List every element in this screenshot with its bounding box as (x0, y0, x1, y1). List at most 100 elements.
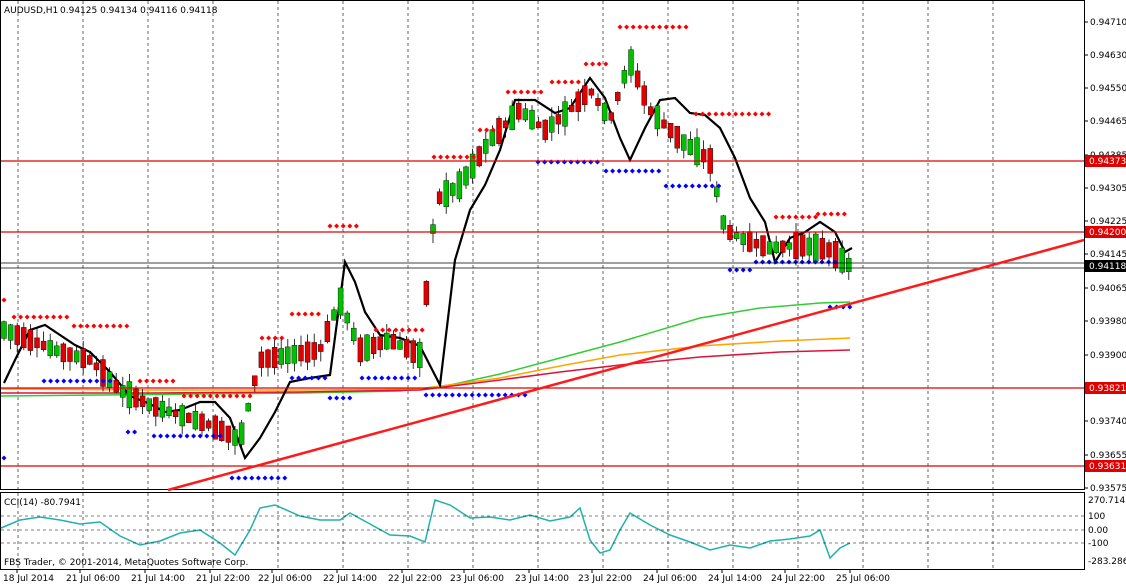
bear-candle[interactable] (634, 70, 641, 88)
bull-candle[interactable] (384, 332, 390, 350)
bear-candle[interactable] (87, 355, 93, 365)
bull-candle[interactable] (509, 105, 515, 130)
bear-candle[interactable] (700, 149, 707, 163)
bull-candle[interactable] (73, 350, 80, 363)
bull-candle[interactable] (733, 232, 740, 240)
bull-candle[interactable] (344, 312, 350, 324)
bull-candle[interactable] (238, 422, 245, 445)
bull-candle[interactable] (337, 287, 344, 316)
bear-candle[interactable] (648, 106, 654, 116)
bear-candle[interactable] (555, 114, 562, 125)
bull-candle[interactable] (331, 309, 337, 321)
bull-candle[interactable] (628, 49, 634, 76)
bull-candle[interactable] (126, 381, 133, 409)
bull-candle[interactable] (740, 233, 746, 245)
bear-candle[interactable] (747, 231, 753, 252)
bull-candle[interactable] (364, 334, 370, 361)
bear-candle[interactable] (588, 88, 595, 96)
bear-candle[interactable] (60, 343, 67, 363)
bear-candle[interactable] (258, 351, 265, 368)
bull-candle[interactable] (562, 101, 568, 127)
bull-candle[interactable] (522, 108, 529, 121)
bear-candle[interactable] (410, 340, 416, 363)
bear-candle[interactable] (357, 337, 364, 363)
bull-candle[interactable] (232, 429, 238, 446)
bear-candle[interactable] (377, 336, 383, 351)
bull-candle[interactable] (443, 180, 449, 207)
bull-candle[interactable] (773, 241, 779, 254)
bull-candle[interactable] (489, 129, 496, 146)
bear-candle[interactable] (819, 238, 826, 260)
bull-candle[interactable] (166, 406, 172, 416)
price-axis[interactable]: 0.947100.946300.945500.944650.943850.943… (1084, 18, 1126, 494)
bull-candle[interactable] (529, 109, 535, 130)
time-axis[interactable]: 18 Jul 2014 21 Jul 06:00 21 Jul 14:00 21 Ju… (3, 569, 890, 584)
bull-candle[interactable] (159, 400, 166, 418)
bull-candle[interactable] (687, 139, 694, 155)
bear-candle[interactable] (793, 231, 799, 260)
bear-candle[interactable] (535, 121, 542, 129)
bull-candle[interactable] (621, 70, 628, 84)
bear-candle[interactable] (324, 321, 331, 342)
bear-candle[interactable] (476, 146, 482, 167)
bear-candle[interactable] (595, 98, 601, 106)
bear-candle[interactable] (608, 112, 614, 121)
bear-candle[interactable] (753, 238, 760, 249)
bear-candle[interactable] (67, 347, 73, 362)
bull-candle[interactable] (839, 247, 845, 273)
bear-candle[interactable] (615, 92, 621, 102)
bull-candle[interactable] (483, 138, 489, 154)
bull-candle[interactable] (278, 348, 284, 365)
bear-candle[interactable] (318, 344, 324, 352)
bull-candle[interactable] (456, 171, 463, 200)
bear-candle[interactable] (113, 380, 119, 393)
bear-candle[interactable] (780, 240, 786, 253)
bear-candle[interactable] (582, 85, 588, 105)
bull-candle[interactable] (450, 183, 456, 196)
bear-candle[interactable] (133, 388, 139, 408)
bull-candle[interactable] (786, 242, 793, 250)
bear-candle[interactable] (225, 425, 232, 443)
bear-candle[interactable] (575, 91, 581, 112)
bear-candle[interactable] (80, 348, 86, 369)
bear-candle[interactable] (403, 339, 410, 358)
bull-candle[interactable] (351, 327, 357, 342)
bear-candle[interactable] (252, 375, 258, 387)
bull-candle[interactable] (720, 215, 727, 230)
bear-candle[interactable] (14, 325, 20, 345)
trading-chart[interactable]: AUDUSD,H1 0.94125 0.94134 0.94116 0.9411… (0, 0, 1126, 586)
bull-candle[interactable] (179, 405, 185, 427)
bull-candle[interactable] (601, 102, 608, 121)
bear-candle[interactable] (139, 395, 146, 407)
bull-candle[interactable] (681, 134, 687, 151)
bull-candle[interactable] (285, 346, 291, 365)
bear-candle[interactable] (298, 345, 304, 362)
bear-candle[interactable] (370, 336, 377, 354)
bear-candle[interactable] (568, 104, 575, 112)
bear-candle[interactable] (186, 412, 192, 423)
bear-candle[interactable] (304, 341, 311, 363)
bear-candle[interactable] (826, 242, 832, 258)
bear-candle[interactable] (390, 334, 397, 350)
bear-candle[interactable] (93, 362, 100, 371)
bull-candle[interactable] (806, 237, 812, 256)
bear-candle[interactable] (674, 126, 680, 149)
bear-candle[interactable] (265, 349, 271, 368)
bull-candle[interactable] (846, 258, 852, 272)
bull-candle[interactable] (463, 166, 469, 186)
bull-candle[interactable] (120, 385, 126, 398)
bull-candle[interactable] (766, 241, 773, 255)
bull-candle[interactable] (47, 340, 53, 356)
bull-candle[interactable] (146, 398, 152, 411)
bear-candle[interactable] (21, 327, 27, 349)
bear-candle[interactable] (40, 340, 47, 350)
bear-candle[interactable] (423, 280, 430, 306)
bull-candle[interactable] (654, 105, 661, 130)
bear-candle[interactable] (542, 119, 548, 140)
bear-candle[interactable] (153, 397, 159, 417)
bear-candle[interactable] (311, 342, 317, 360)
bull-candle[interactable] (397, 340, 403, 350)
bear-candle[interactable] (799, 234, 806, 257)
bull-candle[interactable] (192, 411, 199, 430)
bear-candle[interactable] (199, 413, 205, 431)
